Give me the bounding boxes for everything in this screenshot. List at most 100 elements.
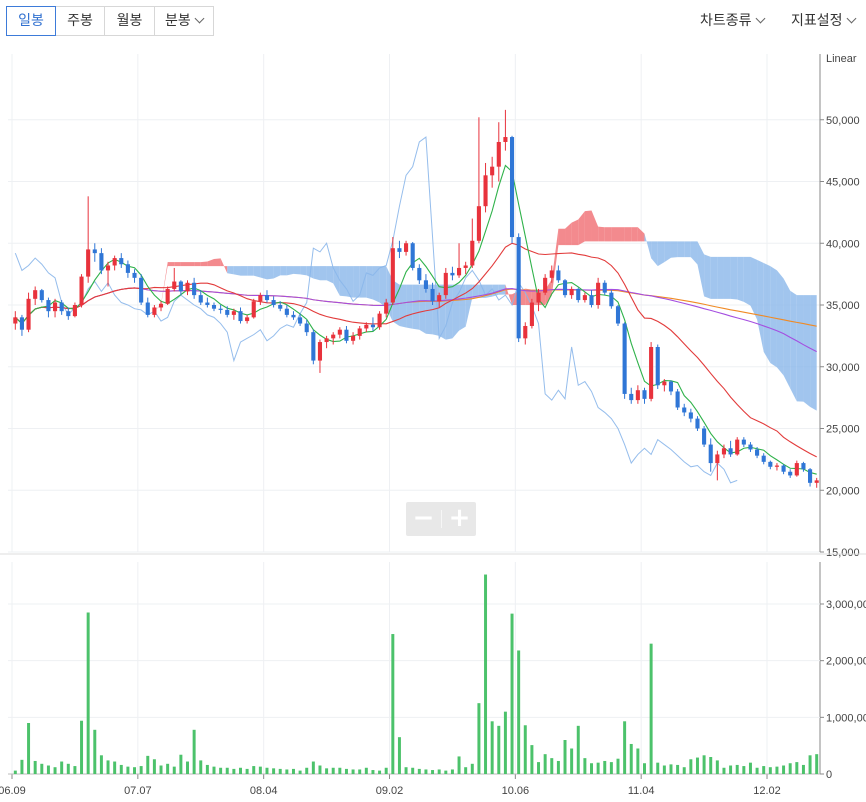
volume-bar xyxy=(212,766,216,774)
candle-body xyxy=(112,258,117,266)
candle-body xyxy=(158,303,164,308)
volume-bar xyxy=(424,769,428,774)
zoom-control: − + xyxy=(406,502,476,536)
volume-bar xyxy=(477,703,481,774)
volume-bar xyxy=(152,759,156,774)
volume-bar xyxy=(325,768,329,774)
volume-bar xyxy=(470,763,474,774)
volume-bar xyxy=(556,760,560,774)
candle-body xyxy=(52,302,58,312)
price-tick-label: 35,000 xyxy=(826,300,860,312)
ichimoku-cloud-segment xyxy=(313,266,320,281)
volume-bar xyxy=(46,765,50,774)
volume-bar xyxy=(378,770,382,774)
candle-body xyxy=(225,309,230,315)
volume-bar xyxy=(278,768,282,774)
candle-body xyxy=(801,463,806,470)
volume-bar xyxy=(768,767,772,774)
candle-body xyxy=(397,248,402,252)
volume-bar xyxy=(133,767,137,774)
ichimoku-cloud-segment xyxy=(200,261,208,267)
ichimoku-cloud-segment xyxy=(723,256,731,299)
ichimoku-cloud-segment xyxy=(346,266,354,298)
candle-body xyxy=(105,265,111,271)
candle-body xyxy=(629,393,634,401)
candle-body xyxy=(523,325,528,339)
volume-bar xyxy=(86,612,90,774)
volume-bar xyxy=(775,766,779,774)
volume-bar xyxy=(252,766,256,774)
candle-body xyxy=(132,272,137,278)
ichimoku-cloud-segment xyxy=(717,256,724,299)
zoom-in-button[interactable]: + xyxy=(442,502,477,536)
ichimoku-cloud-segment xyxy=(684,241,691,258)
volume-bar xyxy=(689,759,693,774)
candle-body xyxy=(384,302,389,314)
candle-body xyxy=(125,264,130,273)
time-tick-label: 08.04 xyxy=(250,785,278,797)
candle-body xyxy=(490,166,495,176)
volume-bar xyxy=(570,748,574,774)
period-tab-daily[interactable]: 일봉 xyxy=(6,6,56,36)
volume-bar xyxy=(450,769,454,774)
volume-bar xyxy=(603,760,607,774)
candle-body xyxy=(682,407,687,413)
volume-bar xyxy=(543,754,547,774)
candle-body xyxy=(463,265,468,268)
ichimoku-cloud-segment xyxy=(174,262,181,267)
volume-bar xyxy=(272,768,276,774)
volume-bar xyxy=(166,763,170,774)
stock-chart[interactable]: 50,000 45,000 40,000 35,000 30,000 25,000 20,0… xyxy=(0,0,866,802)
volume-bar xyxy=(444,770,448,774)
candle-body xyxy=(245,317,250,322)
ichimoku-cloud-segment xyxy=(584,210,592,242)
ichimoku-cloud-segment xyxy=(180,262,188,267)
volume-bar xyxy=(497,725,501,774)
ichimoku-cloud-segment xyxy=(194,262,201,267)
candle-body xyxy=(814,480,819,483)
volume-bar xyxy=(60,761,64,774)
volume-bar xyxy=(285,769,289,774)
volume-bar xyxy=(13,770,17,774)
volume-bar xyxy=(80,720,84,774)
candle-body xyxy=(774,465,780,467)
candle-body xyxy=(615,306,621,324)
candle-body xyxy=(410,243,415,268)
zoom-out-button[interactable]: − xyxy=(406,502,441,536)
candle-body xyxy=(516,237,521,339)
candle-body xyxy=(655,346,660,386)
candle-body xyxy=(284,308,289,315)
candle-body xyxy=(178,281,183,292)
candle-body xyxy=(642,390,647,399)
candle-body xyxy=(509,137,515,238)
volume-bar xyxy=(73,766,77,774)
ichimoku-cloud-segment xyxy=(353,266,360,298)
volume-bar xyxy=(517,650,521,774)
volume-bar xyxy=(397,737,401,774)
ichimoku-cloud-segment xyxy=(670,241,678,258)
candle-body xyxy=(79,276,84,305)
volume-bar xyxy=(351,769,355,774)
candle-body xyxy=(311,332,316,361)
ichimoku-cloud-segment xyxy=(293,266,301,275)
candle-body xyxy=(39,290,44,301)
ichimoku-cloud-segment xyxy=(558,228,566,246)
ichimoku-cloud-segment xyxy=(300,266,307,276)
volume-bar xyxy=(205,764,209,774)
ichimoku-cloud-segment xyxy=(319,266,327,281)
volume-bar xyxy=(815,754,819,774)
candle-body xyxy=(602,282,607,293)
volume-bar xyxy=(510,613,514,774)
volume-bar xyxy=(742,766,746,774)
volume-bar xyxy=(563,740,567,774)
ichimoku-cloud-segment xyxy=(743,256,751,306)
candle-body xyxy=(298,317,303,324)
volume-bar xyxy=(33,760,37,774)
ichimoku-cloud-segment xyxy=(657,241,665,267)
volume-bar xyxy=(186,761,189,774)
volume-bar xyxy=(225,767,229,774)
candle-body xyxy=(271,300,276,305)
volume-bar xyxy=(523,725,527,774)
candle-body xyxy=(218,308,223,310)
price-tick-label: 30,000 xyxy=(826,362,860,374)
